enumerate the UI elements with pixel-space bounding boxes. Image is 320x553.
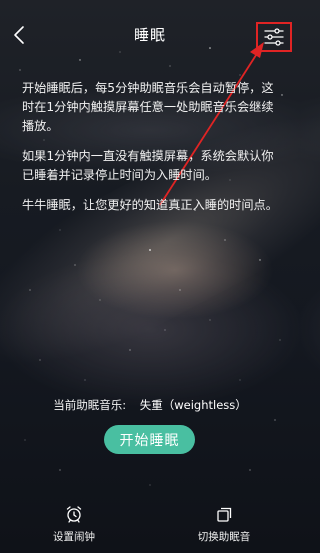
current-music: 当前助眠音乐: 失重（weightless） <box>0 397 300 413</box>
sliders-icon <box>264 28 284 46</box>
sleep-instructions: 开始睡眠后，每5分钟助眠音乐会自动暂停，这时在1分钟内触摸屏幕任意一处助眠音乐会… <box>22 79 284 226</box>
current-music-name: 失重（weightless） <box>139 398 247 412</box>
settings-button[interactable] <box>256 22 292 52</box>
instruction-paragraph: 如果1分钟内一直没有触摸屏幕，系统会默认你已睡着并记录停止时间为入睡时间。 <box>22 149 274 182</box>
set-alarm-button[interactable]: 设置闹钟 <box>29 505 119 544</box>
page-title: 睡眠 <box>133 26 166 44</box>
start-sleep-button[interactable]: 开始睡眠 <box>104 425 195 454</box>
alarm-clock-icon <box>66 506 82 523</box>
switch-music-icon <box>217 507 232 522</box>
switch-music-label: 切换助眠音 <box>197 531 251 543</box>
current-music-label: 当前助眠音乐: <box>53 398 127 412</box>
instruction-paragraph: 开始睡眠后，每5分钟助眠音乐会自动暂停，这时在1分钟内触摸屏幕任意一处助眠音乐会… <box>22 81 274 133</box>
switch-music-button[interactable]: 切换助眠音 <box>179 505 269 544</box>
instruction-paragraph: 牛牛睡眠，让您更好的知道真正入睡的时间点。 <box>22 198 278 212</box>
set-alarm-label: 设置闹钟 <box>53 531 95 543</box>
top-bar: 睡眠 <box>0 0 300 64</box>
